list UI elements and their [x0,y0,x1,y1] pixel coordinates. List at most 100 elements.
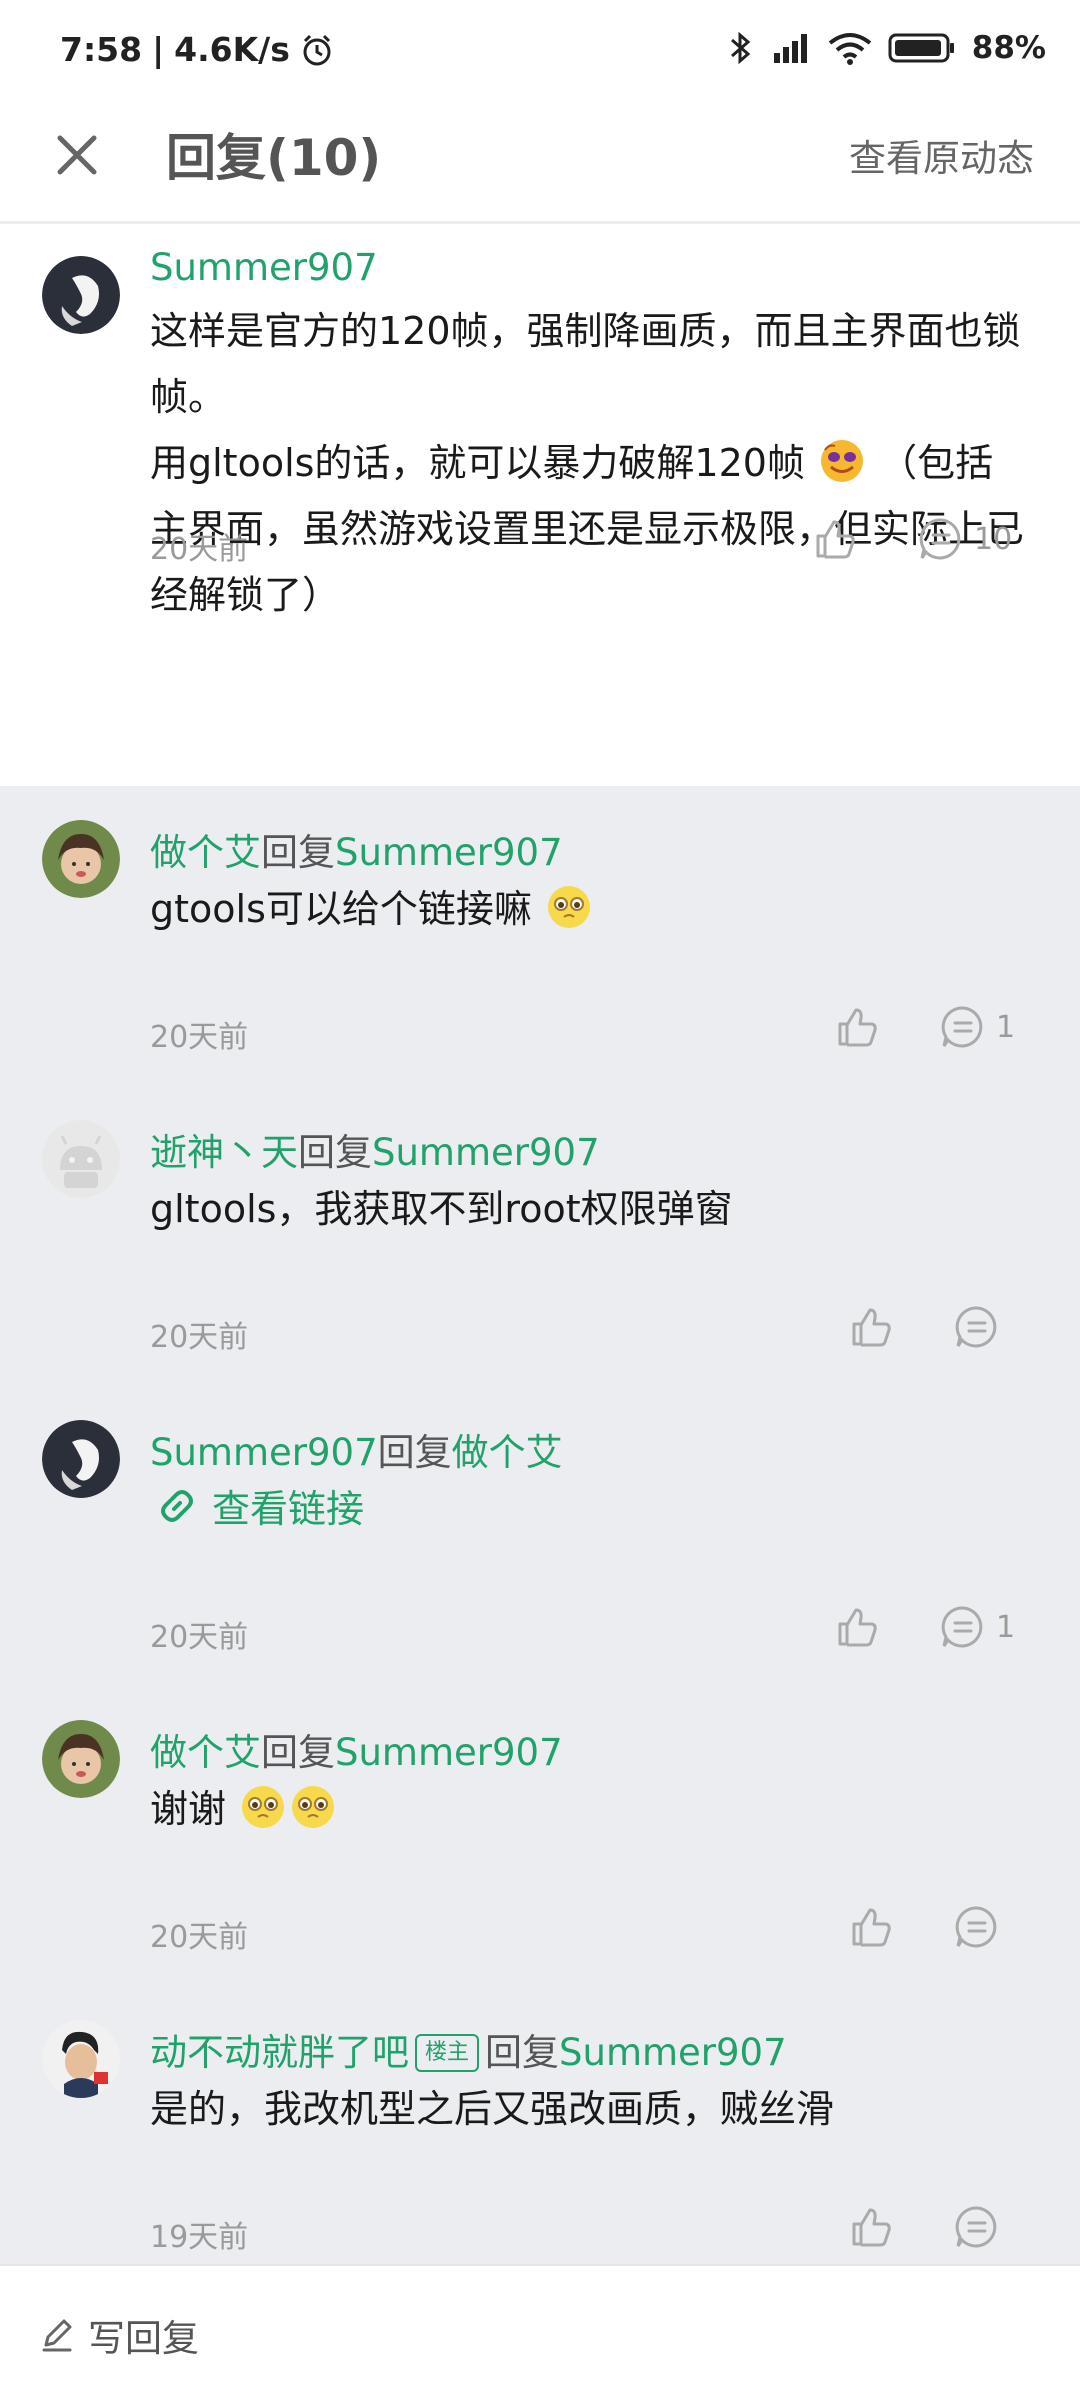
owner-badge: 楼主 [415,2034,480,2072]
pencil-icon [42,2319,72,2352]
main-comment: Summer907 这样是官方的120帧，强制降画质，而且主界面也锁帧。 用gl… [0,224,1080,786]
reply-text: gltools，我获取不到root权限弹窗 [150,1187,733,1231]
battery-percent: 88% [971,30,1046,66]
comment-thread: Summer907 这样是官方的120帧，强制降画质，而且主界面也锁帧。 用gl… [0,224,1080,2261]
signal-icon [773,34,807,63]
reply-author[interactable]: 做个艾 [150,1731,261,1774]
avatar[interactable] [42,256,120,334]
reply-header: 做个艾回复Summer907 [150,822,563,876]
reply-text: 是的，我改机型之后又强改画质，贼丝滑 [150,2087,835,2131]
status-time: 7:58 [60,30,143,69]
avatar[interactable] [42,1720,120,1798]
status-divider: | [152,30,165,69]
like-button[interactable] [834,1004,880,1050]
status-right: 88% [726,30,1046,66]
view-link[interactable]: 查看链接 [156,1478,364,1533]
bluetooth-icon [730,31,751,65]
comment-bubble-icon [919,518,961,560]
pleading-emoji-icon [547,886,590,928]
reply-text-content: gtools可以给个链接嘛 [150,887,532,931]
comment-text-line2a: 用gltools的话，就可以暴力破解120帧 [150,441,805,485]
reply-author[interactable]: 动不动就胖了吧 [150,2031,409,2074]
reply-count-button[interactable]: 10 [918,516,1012,562]
view-link-label: 查看链接 [212,1487,365,1531]
comment-bubble-icon [941,1606,983,1648]
reply-time: 19天前 [150,2220,249,2255]
comment-bubble-icon [955,1306,997,1348]
reply-count: 1 [996,1009,1016,1045]
thumbs-up-icon [816,520,855,559]
reply-time: 20天前 [150,1020,249,1055]
thumbs-up-icon [852,2208,891,2247]
avatar-image-icon [42,256,120,334]
thumbs-up-icon [852,1908,891,1947]
reply-count-button[interactable] [954,1904,1010,1950]
like-button[interactable] [812,516,858,562]
reply-text: 谢谢 [150,1776,1030,1842]
reply-count-button[interactable] [954,1304,1010,1350]
reply-time: 20天前 [150,1620,249,1655]
avatar[interactable] [42,1120,120,1198]
comment-author[interactable]: Summer907 [150,246,378,289]
reply-count-button[interactable]: 1 [940,1604,1015,1650]
alarm-icon [303,34,331,65]
reply-time: 20天前 [150,1920,249,1955]
like-button[interactable] [848,1904,894,1950]
reply-target[interactable]: 做个艾 [452,1431,563,1474]
reply-count-button[interactable] [954,2204,1010,2250]
comment-bubble-icon [955,1906,997,1948]
reply-word: 回复 [261,831,335,874]
avatar-image-icon [42,1420,120,1498]
avatar-image-icon [42,820,120,898]
status-left: 7:58 | 4.6K/s [60,30,334,69]
close-icon [57,135,97,175]
thumbs-up-icon [838,1008,877,1047]
link-icon [161,1489,193,1522]
comment-text: 这样是官方的120帧，强制降画质，而且主界面也锁帧。 用gltools的话，就可… [150,298,1030,628]
view-original-link[interactable]: 查看原动态 [849,128,1034,182]
reply-count: 10 [974,521,1013,557]
reply-header: 做个艾回复Summer907 [150,1722,563,1776]
close-button[interactable] [50,128,104,182]
pleading-emoji-icon [292,1786,335,1828]
avatar-image-icon [42,1720,120,1798]
reply-target[interactable]: Summer907 [335,1731,563,1774]
reply-text-content: 谢谢 [150,1787,239,1831]
reply-header: Summer907回复做个艾 [150,1422,563,1476]
write-reply-button[interactable]: 写回复 [40,2308,199,2362]
status-speed: 4.6K/s [174,30,290,69]
reply-count-button[interactable]: 1 [940,1004,1015,1050]
reply-word: 回复 [298,1131,372,1174]
status-bar: 7:58 | 4.6K/s 88% [0,0,1080,100]
avatar-image-icon [42,2020,120,2098]
comment-time: 20天前 [150,532,249,567]
pleading-emoji-icon [242,1786,285,1828]
like-button[interactable] [834,1604,880,1650]
reply-target[interactable]: Summer907 [372,1131,600,1174]
reply-author[interactable]: Summer907 [150,1431,378,1474]
comment-text-line1: 这样是官方的120帧，强制降画质，而且主界面也锁帧。 [150,309,1021,419]
reply-header: 逝神丶天回复Summer907 [150,1122,600,1176]
reply-word: 回复 [485,2031,560,2074]
reply-count: 1 [996,1609,1016,1645]
reply-author[interactable]: 逝神丶天 [150,1131,298,1174]
like-button[interactable] [848,2204,894,2250]
reply-word: 回复 [261,1731,335,1774]
avatar[interactable] [42,1420,120,1498]
like-button[interactable] [848,1304,894,1350]
comment-bubble-icon [941,1006,983,1048]
thumbs-up-icon [852,1308,891,1347]
reply-author[interactable]: 做个艾 [150,831,261,874]
reply-text: gtools可以给个链接嘛 [150,876,1030,942]
write-reply-label: 写回复 [88,2317,199,2360]
reply-word: 回复 [377,1431,452,1474]
header: 回复(10) 查看原动态 [0,100,1080,223]
reply-target[interactable]: Summer907 [559,2031,787,2074]
reply-target[interactable]: Summer907 [335,831,563,874]
grin-emoji-icon [821,440,864,482]
page-title: 回复(10) [166,129,382,187]
reply-time: 20天前 [150,1320,249,1355]
avatar[interactable] [42,2020,120,2098]
reply-header: 动不动就胖了吧 楼主 回复Summer907 [150,2022,787,2076]
avatar[interactable] [42,820,120,898]
